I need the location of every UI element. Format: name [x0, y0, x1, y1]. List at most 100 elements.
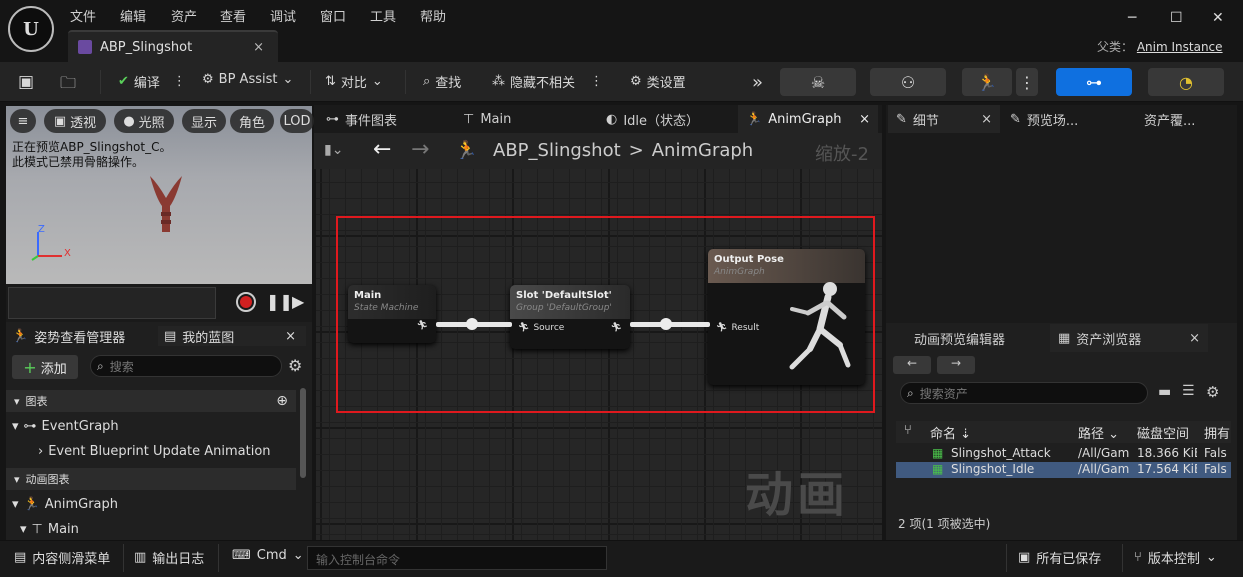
tree-item-main[interactable]: ▾ ⊤ Main — [20, 522, 79, 537]
tree-toggle-icon[interactable]: ⑂ — [904, 423, 912, 438]
folder-icon[interactable]: ▬ — [1158, 384, 1171, 400]
close-icon[interactable]: × — [285, 329, 296, 344]
menu-tools[interactable]: 工具 — [370, 6, 396, 25]
tab-main[interactable]: ⊤ Main — [455, 105, 585, 133]
blueprint-search-input[interactable]: ⌕ 搜索 — [90, 355, 282, 377]
menu-view[interactable]: 查看 — [220, 6, 246, 25]
menu-file[interactable]: 文件 — [70, 6, 96, 25]
hide-unrelated-button[interactable]: ⁂ 隐藏不相关 ⋮ — [492, 72, 603, 91]
gear-icon[interactable]: ⚙ — [288, 356, 302, 375]
tree-item-event-update[interactable]: › Event Blueprint Update Animation — [38, 444, 271, 459]
section-graphs-label: 图表 — [25, 395, 48, 408]
console-command-input[interactable]: 输入控制台命令 — [307, 546, 607, 570]
tab-idle-state[interactable]: ◐ Idle（状态） — [598, 105, 730, 133]
blueprint-mode-button[interactable]: ⊶ — [1056, 68, 1132, 96]
minimize-button[interactable]: ─ — [1128, 10, 1136, 26]
menu-asset[interactable]: 资产 — [171, 6, 197, 25]
my-blueprint-tab[interactable]: ▤ 我的蓝图 × — [158, 326, 306, 346]
column-disk-size[interactable]: 磁盘空间 — [1137, 423, 1197, 442]
compile-button[interactable]: ✔ 编译 ⋮ — [118, 72, 186, 91]
column-owned[interactable]: 拥有 — [1204, 423, 1231, 442]
pose-watch-tab[interactable]: 🏃 姿势查看管理器 — [12, 326, 125, 346]
physics-mode-button[interactable]: ◔ — [1148, 68, 1224, 96]
add-circle-icon[interactable]: ⊕ — [276, 393, 288, 409]
graph-icon: ⊶ — [23, 419, 37, 434]
browse-icon[interactable]: 🗀 — [60, 72, 76, 99]
tab-asset-browser[interactable]: ▦ 资产浏览器 × — [1050, 324, 1208, 352]
close-icon[interactable]: × — [981, 112, 992, 127]
content-drawer-button[interactable]: ▤ 内容侧滑菜单 — [14, 548, 110, 567]
table-row[interactable]: ▦ Slingshot_Idle /All/Gam 17.564 KiB Fal… — [896, 462, 1231, 478]
breadcrumb-current[interactable]: AnimGraph — [652, 140, 753, 161]
save-icon[interactable]: ▣ — [18, 72, 34, 92]
tree-item-eventgraph[interactable]: ▾ ⊶ EventGraph — [12, 419, 119, 434]
expand-toolbar-icon[interactable]: » — [752, 72, 763, 93]
gear-icon[interactable]: ⚙ — [1206, 383, 1219, 401]
all-saved-button[interactable]: ▣ 所有已保存 — [1018, 548, 1101, 567]
tab-event-graph[interactable]: ⊶ 事件图表 — [318, 105, 448, 133]
asset-forward-button[interactable]: → — [937, 356, 975, 374]
close-icon[interactable]: × — [859, 112, 870, 127]
menu-window[interactable]: 窗口 — [320, 6, 346, 25]
mesh-mode-button[interactable]: ⚇ — [870, 68, 946, 96]
skeleton-mode-button[interactable]: ☠ — [780, 68, 856, 96]
unreal-logo-icon[interactable]: U — [8, 6, 54, 52]
asset-search-input[interactable]: ⌕ 搜索资产 — [900, 382, 1148, 404]
asset-name: Slingshot_Idle — [951, 462, 1035, 476]
class-settings-button[interactable]: ⚙ 类设置 — [630, 72, 686, 91]
pause-button[interactable]: ❚❚ — [266, 292, 293, 311]
more-icon[interactable]: ⋮ — [173, 74, 186, 89]
tab-asset-override[interactable]: 资产覆... — [1136, 105, 1236, 133]
document-tab-label: ABP_Slingshot — [100, 39, 193, 55]
bp-assist-button[interactable]: ⚙ BP Assist ⌄ — [202, 72, 293, 87]
tab-animgraph-label: AnimGraph — [768, 111, 842, 127]
column-path[interactable]: 路径 ⌄ — [1078, 423, 1130, 442]
scrollbar[interactable] — [300, 388, 306, 478]
find-button[interactable]: ⌕ 查找 — [423, 72, 461, 91]
viewport-perspective-button[interactable]: ▣ 透视 — [44, 109, 106, 133]
tab-anim-preview-editor[interactable]: 动画预览编辑器 — [906, 324, 1046, 352]
tab-details[interactable]: ✎ 细节 × — [888, 105, 1000, 133]
viewport-menu-icon[interactable]: ≡ — [10, 109, 36, 133]
viewport-lod-button[interactable]: LOD — [280, 109, 314, 133]
tab-animgraph[interactable]: 🏃 AnimGraph × — [738, 105, 878, 133]
source-control-button[interactable]: ⑂ 版本控制 ⌄ — [1134, 548, 1217, 567]
close-icon[interactable]: × — [1189, 331, 1200, 346]
section-graphs[interactable]: ▾ 图表 ⊕ — [6, 390, 296, 412]
table-row[interactable]: ▦ Slingshot_Attack /All/Gam 18.366 KiB F… — [896, 446, 1231, 462]
bookmark-icon[interactable]: ▮⌄ — [324, 142, 343, 158]
document-tab[interactable]: ABP_Slingshot × — [68, 30, 278, 62]
back-arrow-icon[interactable]: ← — [373, 137, 391, 162]
section-anim-graphs[interactable]: ▾ 动画图表 — [6, 468, 296, 490]
column-name[interactable]: 命名 ⇣ — [930, 423, 1070, 442]
viewport-character-button[interactable]: 角色 — [230, 109, 274, 133]
record-button[interactable] — [236, 292, 256, 312]
tree-item-animgraph[interactable]: ▾ 🏃 AnimGraph — [12, 497, 118, 512]
cmd-dropdown[interactable]: ⌨ Cmd ⌄ — [232, 548, 304, 563]
menu-help[interactable]: 帮助 — [420, 6, 446, 25]
step-forward-button[interactable]: ▶︎ — [292, 292, 304, 311]
close-icon[interactable]: × — [253, 40, 264, 55]
maximize-button[interactable]: ☐ — [1170, 10, 1183, 26]
viewport-lighting-button[interactable]: ● 光照 — [114, 109, 174, 133]
more-icon[interactable]: ⋮ — [590, 74, 603, 89]
menu-debug[interactable]: 调试 — [270, 6, 296, 25]
recording-timeline[interactable] — [8, 287, 216, 319]
viewport-show-button[interactable]: 显示 — [182, 109, 226, 133]
add-button[interactable]: + 添加 — [12, 355, 78, 379]
more-icon[interactable]: ⋮ — [1016, 68, 1038, 96]
animation-mode-button[interactable]: 🏃 — [962, 68, 1012, 96]
anim-sequence-icon: ▦ — [932, 446, 944, 460]
breadcrumb-root[interactable]: ABP_Slingshot — [493, 140, 621, 161]
output-log-button[interactable]: ▥ 输出日志 — [134, 548, 204, 567]
tab-preview-scene[interactable]: ✎ 预览场... — [1002, 105, 1122, 133]
parent-class-link[interactable]: Anim Instance — [1137, 40, 1223, 54]
diff-button[interactable]: ⇅ 对比 ⌄ — [325, 72, 383, 91]
filter-icon[interactable]: ☰ — [1182, 383, 1195, 399]
menu-edit[interactable]: 编辑 — [120, 6, 146, 25]
forward-arrow-icon[interactable]: → — [411, 137, 429, 162]
close-window-button[interactable]: ✕ — [1212, 10, 1224, 26]
asset-back-button[interactable]: ← — [893, 356, 931, 374]
anim-sequence-icon: ▦ — [932, 462, 944, 476]
lighting-label: 光照 — [138, 115, 165, 131]
